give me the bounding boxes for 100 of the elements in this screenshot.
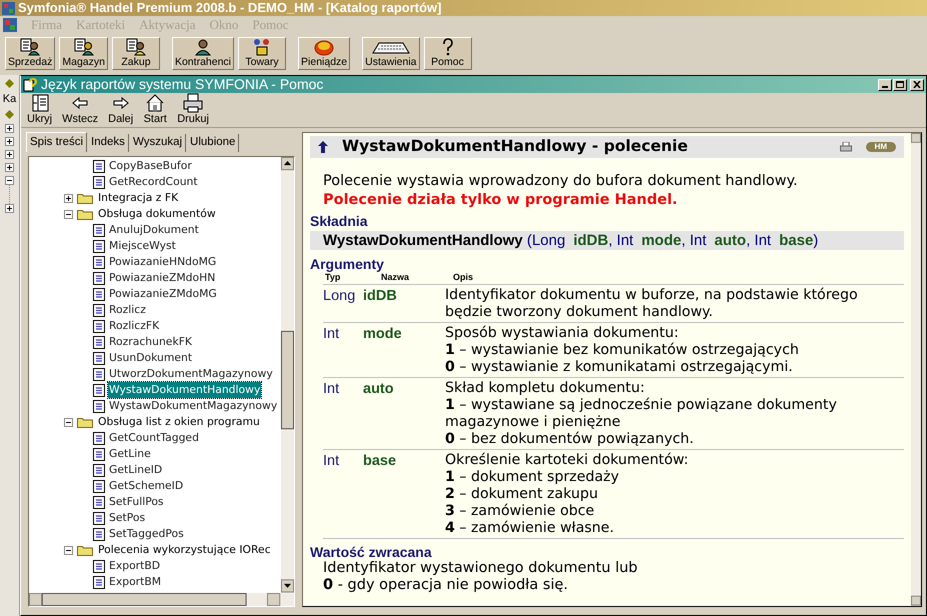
syntax-punct: ,: [681, 232, 687, 249]
expand-icon[interactable]: [64, 194, 73, 202]
toolbar-button[interactable]: Magazyn: [59, 36, 108, 70]
side-label: Ka: [2, 93, 16, 105]
tab[interactable]: Ulubione: [187, 134, 240, 152]
printer-icon: [840, 142, 852, 152]
collapse-icon[interactable]: [64, 418, 73, 426]
tree-item[interactable]: PowiazanieZMdoHN: [108, 270, 216, 286]
page-icon: [93, 176, 105, 188]
argument-type: Int: [323, 452, 340, 471]
toolbar-button[interactable]: Sprzedaż: [5, 36, 56, 70]
vertical-scrollbar[interactable]: [911, 133, 921, 606]
help-toolbar-button[interactable]: Drukuj: [175, 93, 211, 126]
help-toolbar-button[interactable]: Start: [141, 93, 170, 126]
column-header: Nazwa: [380, 272, 410, 283]
argument-name: auto: [363, 380, 395, 399]
argument-description: Sposób wystawiania dokumentu:: [445, 325, 680, 342]
tree-item[interactable]: MiejsceWyst: [108, 238, 177, 254]
argument-name: mode: [363, 325, 403, 344]
argument-description: 1 – dokument sprzedaży: [445, 469, 620, 486]
tree-item[interactable]: RozliczFK: [108, 318, 160, 334]
argument-type: Int: [323, 325, 340, 344]
tab[interactable]: Indeks: [88, 134, 129, 152]
tree-item[interactable]: WystawDokumentHandlowy: [108, 382, 262, 398]
page-icon: [93, 352, 105, 364]
collapse-icon[interactable]: [64, 210, 73, 218]
toolbar-button[interactable]: Pomoc: [424, 36, 472, 70]
page-icon: [93, 384, 105, 396]
argument-name: idDB: [363, 287, 398, 306]
tree-item[interactable]: Rozlicz: [108, 302, 147, 318]
page-icon: [93, 288, 105, 300]
help-toolbar-button[interactable]: Ukryj: [25, 93, 54, 126]
app-logo-icon: [2, 2, 15, 14]
tab[interactable]: Wyszukaj: [130, 134, 186, 152]
tree-folder[interactable]: Integracja z FK: [97, 190, 180, 206]
page-icon: [93, 368, 105, 380]
tree-item[interactable]: PowiazanieZMdoMG: [108, 286, 218, 302]
minimize-button[interactable]: [878, 78, 892, 90]
topic-title: WystawDokumentHandlowy - polecenie: [342, 136, 689, 158]
page-icon: [93, 528, 105, 540]
folder-icon: [77, 416, 93, 428]
toolbar-button[interactable]: Towary: [238, 36, 286, 70]
collapse-icon[interactable]: [64, 546, 73, 554]
diamond-icon: [5, 110, 14, 119]
topic-intro: Polecenie wystawia wprowadzony do bufora dokument handlowy.: [323, 172, 799, 191]
tree-item[interactable]: CopyBaseBufor: [108, 158, 193, 174]
tree-folder[interactable]: Obsługa dokumentów: [97, 206, 217, 222]
close-icon: [913, 81, 921, 88]
toolbar-button[interactable]: Zakup: [112, 36, 160, 70]
column-header: Opis: [452, 272, 474, 283]
page-icon: [93, 576, 105, 588]
return-description: 0 - gdy operacja nie powiodła się.: [323, 577, 569, 594]
close-button[interactable]: [910, 78, 924, 90]
column-header: Typ: [324, 272, 342, 283]
argument-description: 2 – dokument zakupu: [445, 486, 599, 503]
argument-description: 0 – bez dokumentów powiązanych.: [445, 431, 695, 448]
tree-item[interactable]: GetRecordCount: [108, 174, 199, 190]
help-toolbar-button[interactable]: Dalej: [106, 93, 136, 126]
help-toolbar-button[interactable]: Wstecz: [60, 93, 100, 126]
tree-item[interactable]: GetSchemeID: [108, 478, 184, 494]
tree-item[interactable]: ExportBM: [108, 574, 162, 590]
printer-icon: [182, 93, 204, 113]
tree-item[interactable]: UtworzDokumentMagazynowy: [108, 366, 274, 382]
document-person-icon: [72, 38, 95, 56]
argument-description: 1 – wystawiane są jednocześnie powiązane dokumenty magazynowe i pieniężne: [445, 397, 838, 431]
syntax-name: base: [779, 232, 814, 249]
tree-item[interactable]: PowiazanieHNdoMG: [108, 254, 218, 270]
page-icon: [93, 448, 105, 460]
tree-folder[interactable]: Polecenia wykorzystujące IORec: [97, 542, 272, 558]
tree-item[interactable]: GetLine: [108, 446, 152, 462]
page-icon: [93, 160, 105, 172]
syntax-type: Int: [690, 232, 706, 249]
toolbar-button[interactable]: Ustawienia: [362, 36, 420, 70]
tree-item[interactable]: RozrachunekFK: [108, 334, 193, 350]
tree-item[interactable]: ExportBD: [108, 558, 162, 574]
folder-icon: [77, 208, 93, 220]
tree-folder[interactable]: Obsługa list z okien programu: [97, 414, 261, 430]
tree-item[interactable]: UsunDokument: [108, 350, 194, 366]
page-icon: [93, 240, 105, 252]
syntax-punct: ,: [608, 232, 614, 249]
tree-item[interactable]: WystawDokumentMagazynowy: [108, 398, 278, 414]
tree-item[interactable]: SetPos: [108, 510, 146, 526]
diamond-icon: [5, 79, 14, 88]
argument-name: base: [363, 452, 398, 471]
vertical-scrollbar[interactable]: [281, 157, 294, 593]
syntax-punct: ,: [746, 232, 752, 249]
section-heading: Składnia: [310, 213, 369, 229]
horizontal-scrollbar[interactable]: [29, 593, 294, 606]
maximize-button[interactable]: [893, 78, 907, 90]
tree-item[interactable]: SetFullPos: [108, 494, 165, 510]
tree-item[interactable]: SetTaggedPos: [108, 526, 185, 542]
toolbar-button[interactable]: Pieniądze: [298, 36, 350, 70]
tab[interactable]: Spis treści: [26, 132, 88, 152]
syntax-punct: ): [813, 232, 818, 249]
help-window-title: Język raportów systemu SYMFONIA - Pomoc: [41, 75, 324, 94]
tree-item[interactable]: GetLineID: [108, 462, 164, 478]
document-person-icon: [124, 38, 147, 56]
tree-item[interactable]: AnulujDokument: [108, 222, 200, 238]
toolbar-button[interactable]: Kontrahenci: [172, 36, 234, 70]
tree-item[interactable]: GetCountTagged: [108, 430, 200, 446]
